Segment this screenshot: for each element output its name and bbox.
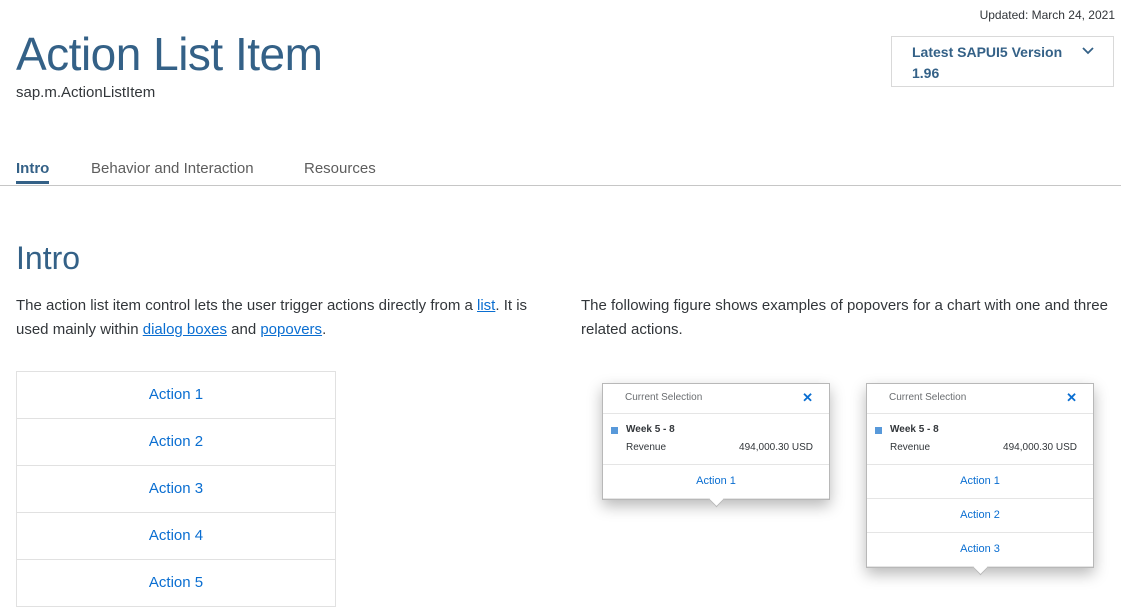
action-list-item[interactable]: Action 1 (17, 372, 335, 419)
action-list-item[interactable]: Action 5 (17, 560, 335, 606)
intro-text-1: The action list item control lets the us… (16, 297, 478, 314)
tab-bar: Intro Behavior and Interaction Resources (0, 160, 1121, 186)
updated-date: Updated: March 24, 2021 (979, 8, 1115, 22)
list-link[interactable]: list (477, 297, 495, 314)
version-label: Latest SAPUI5 Version (912, 44, 1063, 60)
intro-text-4: . (322, 321, 327, 338)
intro-paragraph: The action list item control lets the us… (16, 294, 556, 342)
intro-text-3: and (226, 321, 261, 338)
popover-week: Week 5 - 8 (890, 424, 939, 435)
popovers-link[interactable]: popovers (260, 321, 322, 338)
revenue-label: Revenue (890, 442, 931, 453)
popover-body: Week 5 - 8 Revenue 494,000.30 USD (867, 414, 1093, 465)
close-icon[interactable]: ✕ (1066, 390, 1077, 406)
revenue-value: 494,000.30 USD (739, 442, 813, 453)
popover-week: Week 5 - 8 (626, 424, 675, 435)
version-dropdown[interactable]: Latest SAPUI5 Version 1.96 (891, 36, 1114, 87)
popover-action[interactable]: Action 1 (867, 465, 1093, 499)
popover-action[interactable]: Action 2 (867, 499, 1093, 533)
tab-intro[interactable]: Intro (16, 160, 50, 184)
dialog-boxes-link[interactable]: dialog boxes (143, 321, 227, 338)
popover-title: Current Selection (889, 392, 967, 403)
popover-header: Current Selection ✕ (867, 384, 1093, 414)
page-subtitle: sap.m.ActionListItem (16, 84, 156, 101)
figure-description: The following figure shows examples of p… (581, 297, 1108, 338)
page-title: Action List Item (16, 28, 323, 80)
popover-one-action: Current Selection ✕ Week 5 - 8 Revenue 4… (602, 383, 830, 508)
popover-title: Current Selection (625, 392, 703, 403)
popover-body: Week 5 - 8 Revenue 494,000.30 USD (603, 414, 829, 465)
action-list-item[interactable]: Action 4 (17, 513, 335, 560)
popover-three-actions: Current Selection ✕ Week 5 - 8 Revenue 4… (866, 383, 1094, 576)
revenue-value: 494,000.30 USD (1003, 442, 1077, 453)
legend-square-icon (875, 427, 882, 434)
revenue-label: Revenue (626, 442, 667, 453)
close-icon[interactable]: ✕ (802, 390, 813, 406)
chevron-down-icon[interactable] (1081, 46, 1095, 56)
action-list-item[interactable]: Action 2 (17, 419, 335, 466)
section-title: Intro (16, 240, 81, 276)
tab-resources[interactable]: Resources (304, 160, 376, 181)
action-list-item[interactable]: Action 3 (17, 466, 335, 513)
version-value: 1.96 (912, 65, 940, 81)
legend-square-icon (611, 427, 618, 434)
action-list: Action 1 Action 2 Action 3 Action 4 Acti… (16, 371, 336, 607)
popover-header: Current Selection ✕ (603, 384, 829, 414)
tab-behavior-and-interaction[interactable]: Behavior and Interaction (91, 160, 254, 181)
